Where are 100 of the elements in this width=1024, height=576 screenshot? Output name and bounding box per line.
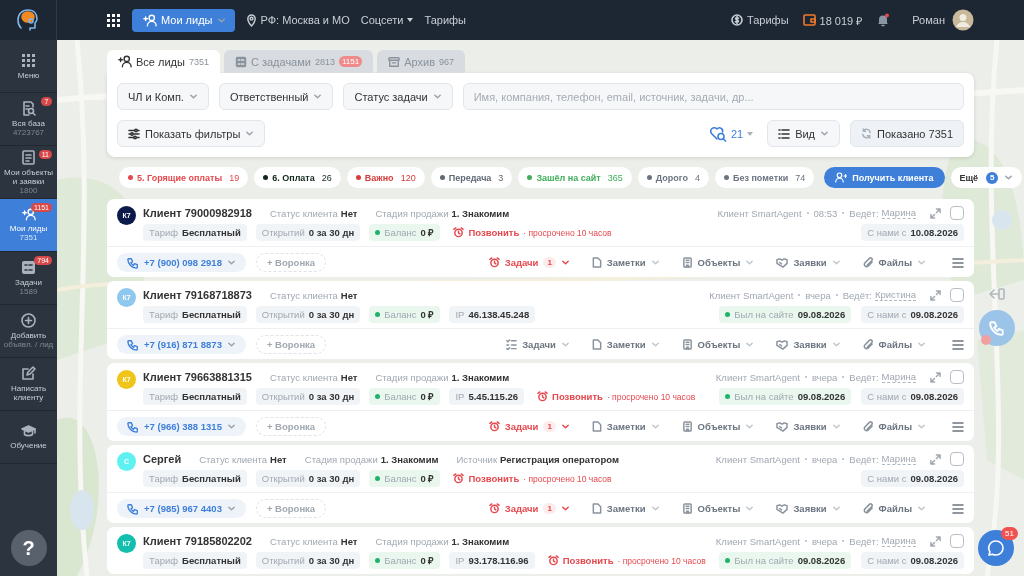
caret-icon (560, 422, 570, 431)
help-button[interactable]: ? (10, 530, 47, 566)
phone-button[interactable]: +7 (966) 388 1315 (117, 417, 246, 436)
expand-icon[interactable] (930, 535, 941, 547)
phone-icon (989, 320, 1005, 336)
client-name-link[interactable]: Клиент 79185802202 (143, 535, 252, 547)
expand-icon[interactable] (930, 453, 941, 465)
checkbox[interactable] (950, 288, 964, 302)
manager-link[interactable]: Марина (881, 371, 916, 383)
funnel-button[interactable]: + Воронка (255, 253, 327, 272)
client-name-link[interactable]: Клиент 79168718873 (143, 289, 252, 301)
show-filters-button[interactable]: Показать фильтры (117, 120, 266, 147)
funnel-button[interactable]: + Воронка (255, 335, 327, 354)
action-button[interactable]: Задачи 1 (488, 421, 570, 432)
tariffs-link[interactable]: Тарифы (731, 14, 789, 26)
funnel-button[interactable]: + Воронка (255, 417, 327, 436)
pill-label: Был на сайте (734, 555, 794, 566)
balance-link[interactable]: 18 019 ₽ (802, 12, 863, 28)
manager-link[interactable]: Марина (881, 453, 916, 465)
tag-filter-chip[interactable]: Важно 120 (346, 167, 425, 188)
bell-icon[interactable] (876, 13, 891, 27)
caret-icon (917, 504, 926, 513)
action-button[interactable]: Объекты (681, 257, 755, 268)
nav-link[interactable]: Тарифы (424, 14, 466, 26)
search-field[interactable]: Имя, компания, телефон, email, источник, задачи, др... (462, 83, 964, 110)
client-name-link[interactable]: Клиент 79663881315 (143, 371, 252, 383)
action-button[interactable]: Заметки (591, 421, 660, 432)
user-name[interactable]: Роман (912, 14, 945, 26)
get-client-button[interactable]: Получить клиента (824, 167, 945, 188)
tag-filter-chip[interactable]: Без пометки 74 (714, 167, 815, 188)
action-button[interactable]: Заявки (776, 339, 841, 350)
menu-grid-icon (21, 52, 36, 68)
task-link[interactable]: Позвонить (562, 555, 614, 566)
pill-label: Тариф (149, 555, 179, 566)
phone-button[interactable]: +7 (916) 871 8873 (117, 335, 246, 354)
task-link[interactable]: Позвонить (468, 473, 520, 484)
dropdown-button[interactable]: Статус задачи (343, 83, 453, 110)
menu-icon[interactable] (952, 421, 964, 432)
expand-icon[interactable] (930, 207, 941, 219)
client-name-link[interactable]: Клиент 79000982918 (143, 207, 252, 219)
action-button[interactable]: Заявки (776, 503, 841, 514)
phone-button[interactable]: +7 (900) 098 2918 (117, 253, 246, 272)
task-link[interactable]: Позвонить (552, 391, 603, 402)
pill-label: Открытий (261, 227, 305, 238)
tab[interactable]: Все лиды 7351 (107, 50, 220, 73)
action-button[interactable]: Задачи 1 (488, 257, 570, 268)
action-button[interactable]: Файлы (862, 421, 926, 432)
avatar-icon[interactable] (952, 9, 974, 31)
phone-button[interactable]: +7 (985) 967 4403 (117, 499, 246, 518)
tag-filter-chip[interactable]: Зашёл на сайт 365 (518, 167, 632, 188)
funnel-button[interactable]: + Воронка (255, 499, 327, 518)
field-value: Нет (340, 535, 358, 547)
collapse-panel-icon[interactable] (989, 288, 1005, 300)
action-button[interactable]: Файлы (862, 257, 926, 268)
manager-link[interactable]: Марина (881, 207, 916, 219)
shown-count-button[interactable]: Показано 7351 (850, 120, 964, 147)
checkbox[interactable] (950, 452, 964, 466)
overdue-note: · просрочено 10 часов (606, 391, 696, 402)
saved-searches-button[interactable]: 21 (708, 125, 754, 142)
manager-link[interactable]: Марина (881, 535, 916, 547)
checkbox[interactable] (950, 370, 964, 384)
tag-filter-chip[interactable]: Передача 3 (430, 167, 513, 188)
checkbox[interactable] (950, 206, 964, 220)
time-text: вчера (805, 289, 831, 301)
nav-link[interactable]: Соцсети (360, 14, 414, 26)
region-link[interactable]: РФ: Москва и МО (245, 13, 350, 27)
view-button[interactable]: Вид (767, 120, 841, 147)
action-button[interactable]: Заметки (591, 503, 660, 514)
tag-filter-chip[interactable]: Дорого 4 (637, 167, 709, 188)
expand-icon[interactable] (930, 289, 941, 301)
menu-icon[interactable] (952, 257, 964, 268)
client-name-link[interactable]: Сергей (143, 453, 182, 465)
manager-label: Ведёт: (849, 453, 879, 465)
manager-link[interactable]: Кристина (874, 289, 916, 301)
action-button[interactable]: Заявки (776, 257, 841, 268)
action-button[interactable]: Объекты (681, 503, 755, 514)
action-button[interactable]: Файлы (862, 503, 926, 514)
caret-icon (831, 504, 841, 513)
tag-filter-chip[interactable]: 5. Горящие оплаты 19 (119, 167, 249, 188)
my-leads-button[interactable]: Мои лиды (132, 8, 235, 32)
more-button[interactable]: Ещё 5 (950, 167, 1023, 188)
action-button[interactable]: Задачи (506, 339, 570, 350)
expand-icon[interactable] (930, 371, 941, 383)
action-button[interactable]: Файлы (862, 339, 926, 350)
menu-icon[interactable] (952, 503, 964, 514)
action-button[interactable]: Задачи 1 (488, 503, 570, 514)
task-link[interactable]: Позвонить (468, 227, 520, 238)
dropdown-triangle-icon (747, 131, 754, 136)
dropdown-button[interactable]: ЧЛ и Комп. (117, 83, 209, 110)
action-button[interactable]: Объекты (681, 421, 755, 432)
action-button[interactable]: Заметки (591, 339, 660, 350)
note-icon (591, 421, 602, 432)
action-button[interactable]: Заметки (591, 257, 660, 268)
action-button[interactable]: Заявки (776, 421, 841, 432)
tag-filter-chip[interactable]: 6. Оплата 26 (254, 167, 341, 188)
action-button[interactable]: Объекты (681, 339, 755, 350)
dropdown-button[interactable]: Ответственный (218, 83, 334, 110)
checkbox[interactable] (950, 534, 964, 548)
caret-icon (745, 340, 755, 349)
menu-icon[interactable] (952, 339, 964, 350)
